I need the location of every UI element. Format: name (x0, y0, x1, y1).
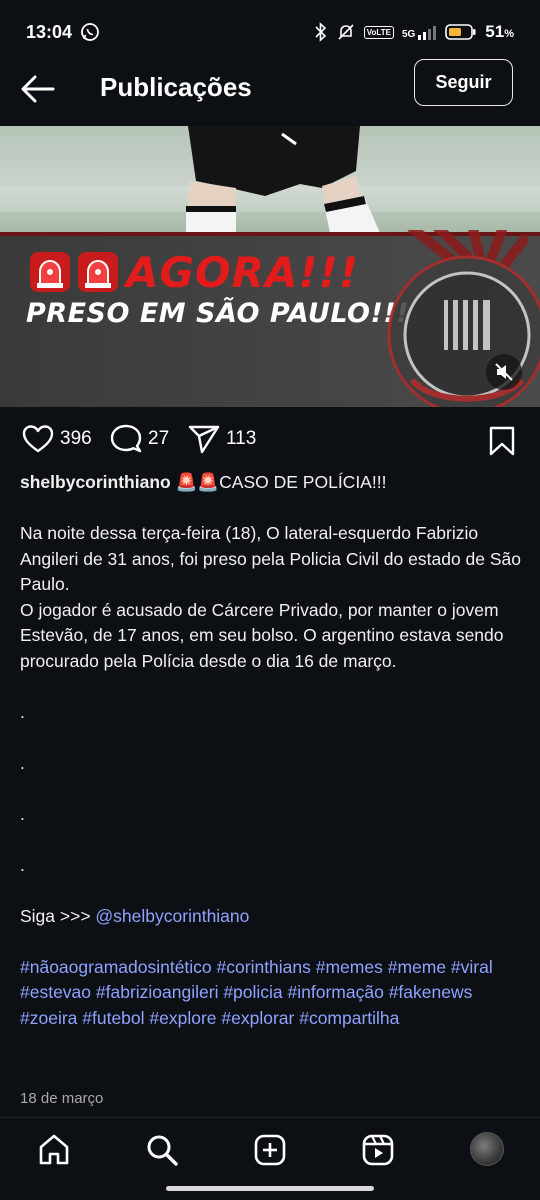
siren-icon (78, 252, 118, 292)
post-date: 18 de março (20, 1090, 104, 1107)
caption-dot: . (20, 752, 25, 773)
post-caption: shelbycorinthiano 🚨🚨CASO DE POLÍCIA!!! N… (20, 470, 524, 1031)
search-icon (147, 1135, 178, 1166)
volte-icon: VoLTE (363, 25, 394, 39)
dnd-bell-icon (338, 24, 354, 40)
arrow-left-icon (21, 75, 55, 103)
top-app-bar: Publicações Seguir (0, 55, 540, 125)
banner-headline: AGORA!!! (126, 248, 359, 297)
caption-dot: . (20, 803, 25, 824)
battery-percent: 51% (485, 22, 514, 41)
share-button[interactable]: 113 (188, 424, 256, 454)
status-bar: 13:04 VoLTE 5G 51% (0, 0, 540, 62)
caption-username[interactable]: shelbycorinthiano (20, 472, 171, 492)
follow-button[interactable]: Seguir (414, 59, 513, 106)
whatsapp-icon (80, 22, 100, 47)
mute-toggle-button[interactable] (486, 354, 522, 390)
caption-dot: . (20, 854, 25, 875)
caption-paragraph: Na noite dessa terça-feira (18), O later… (20, 523, 522, 594)
gesture-home-bar[interactable] (166, 1186, 374, 1191)
player-legs-image (186, 126, 380, 233)
nav-reels[interactable] (360, 1132, 396, 1168)
battery-icon (445, 24, 476, 40)
share-count: 113 (226, 428, 257, 449)
caption-paragraph: O jogador é acusado de Cárcere Privado, … (20, 599, 504, 671)
siren-icon (30, 252, 70, 292)
nav-home[interactable] (36, 1132, 72, 1168)
nav-create[interactable] (252, 1132, 288, 1168)
status-icons: VoLTE 5G 51% (314, 22, 514, 42)
hashtags-link[interactable]: #nãoaogramadosintético #corinthians #mem… (20, 955, 524, 1032)
comment-icon (110, 424, 142, 453)
plus-square-icon (254, 1134, 286, 1166)
save-button[interactable] (488, 426, 516, 461)
like-count: 396 (60, 428, 92, 449)
reels-icon (362, 1134, 394, 1166)
heart-icon (22, 425, 54, 453)
siga-prefix: Siga >>> (20, 905, 96, 926)
nav-profile-avatar[interactable] (470, 1132, 504, 1166)
back-button[interactable] (20, 73, 56, 105)
post-media[interactable]: AGORA!!! PRESO EM SÃO PAULO!!! (0, 126, 540, 407)
like-button[interactable]: 396 (22, 424, 92, 454)
speaker-muted-icon (495, 363, 513, 381)
comment-count: 27 (148, 428, 170, 449)
page-title: Publicações (100, 72, 252, 102)
network-5g-icon: 5G (402, 24, 437, 40)
bluetooth-icon (315, 22, 326, 42)
caption-title: 🚨🚨CASO DE POLÍCIA!!! (175, 472, 387, 492)
status-time: 13:04 (26, 22, 73, 42)
send-icon (188, 425, 220, 454)
comment-button[interactable]: 27 (110, 424, 169, 454)
nav-search[interactable] (144, 1132, 180, 1168)
bookmark-icon (489, 426, 515, 456)
banner-subheadline: PRESO EM SÃO PAULO!!! (26, 298, 409, 329)
post-actions-bar: 396 27 113 (0, 418, 540, 462)
mention-link[interactable]: @shelbycorinthiano (95, 906, 249, 926)
caption-dot: . (20, 701, 25, 722)
home-icon (39, 1134, 69, 1165)
